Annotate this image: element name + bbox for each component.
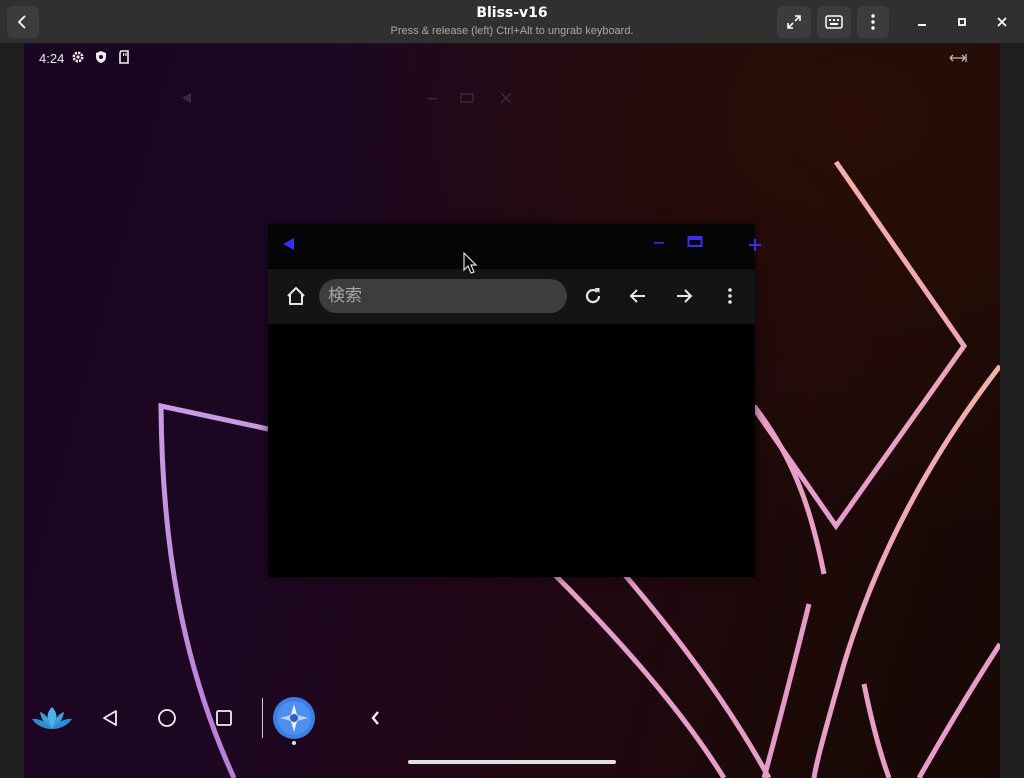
status-bar: 4:24: [24, 44, 1000, 72]
minimize-icon[interactable]: [653, 236, 665, 248]
browser-app-button[interactable]: [272, 696, 316, 746]
close-icon[interactable]: [748, 238, 762, 252]
forward-button[interactable]: [672, 284, 696, 308]
host-maximize-button[interactable]: [950, 10, 974, 34]
nav-home-icon: [158, 709, 176, 727]
browser-content-area[interactable]: [268, 324, 755, 577]
maximize-icon: [958, 18, 966, 26]
back-triangle-icon: [182, 93, 191, 103]
host-header-bar: Bliss-v16 Press & release (left) Ctrl+Al…: [0, 0, 1024, 44]
reload-button[interactable]: [581, 284, 605, 308]
fullscreen-icon: [787, 15, 801, 29]
taskbar-collapse-button[interactable]: [364, 706, 386, 730]
browser-toolbar: 検索: [268, 269, 755, 324]
collapse-icon: [371, 711, 379, 725]
browser-app-icon: [273, 697, 315, 745]
back-arrow-icon: [629, 289, 645, 303]
browser-window[interactable]: 検索: [268, 224, 761, 577]
settings-icon: [72, 51, 84, 63]
expand-arrows-icon: [949, 54, 967, 62]
host-minimize-button[interactable]: [910, 10, 934, 34]
status-time: 4:24: [39, 51, 65, 66]
app-drawer-button[interactable]: [30, 702, 74, 734]
nav-recents-button[interactable]: [212, 706, 236, 730]
maximize-icon: [460, 93, 474, 103]
minimize-icon: [918, 24, 926, 26]
nav-home-button[interactable]: [155, 706, 179, 730]
more-vert-icon: [728, 288, 732, 304]
mouse-cursor-icon: [463, 252, 478, 274]
nav-back-button[interactable]: [98, 706, 122, 730]
home-button[interactable]: [284, 284, 308, 308]
more-options-button[interactable]: [718, 284, 742, 308]
fullscreen-button[interactable]: [777, 6, 811, 38]
search-input[interactable]: 検索: [319, 279, 567, 313]
browser-window-titlebar[interactable]: [268, 224, 761, 268]
keyboard-button[interactable]: [817, 6, 851, 38]
back-button[interactable]: [626, 284, 650, 308]
minimize-icon: [427, 98, 437, 100]
reload-icon: [585, 288, 601, 304]
gesture-home-pill[interactable]: [408, 760, 616, 764]
taskbar-divider: [262, 698, 263, 738]
home-icon: [287, 287, 305, 305]
taskbar: [24, 690, 394, 746]
back-triangle-icon[interactable]: [281, 237, 295, 251]
forward-arrow-icon: [677, 289, 693, 303]
keyboard-icon: [825, 15, 843, 29]
kebab-menu-icon: [871, 14, 875, 30]
host-close-button[interactable]: [990, 10, 1014, 34]
background-window-titlebar: [174, 84, 529, 114]
nav-back-icon: [103, 710, 117, 726]
nav-recents-icon: [216, 710, 232, 726]
shield-icon: [96, 51, 106, 63]
maximize-icon[interactable]: [687, 235, 703, 249]
close-icon: [997, 17, 1007, 27]
android-screen[interactable]: 4:24 検索: [24, 44, 1000, 778]
close-icon: [500, 92, 512, 104]
host-menu-button[interactable]: [857, 6, 889, 38]
lotus-icon: [32, 707, 72, 729]
sd-card-icon: [119, 50, 129, 64]
